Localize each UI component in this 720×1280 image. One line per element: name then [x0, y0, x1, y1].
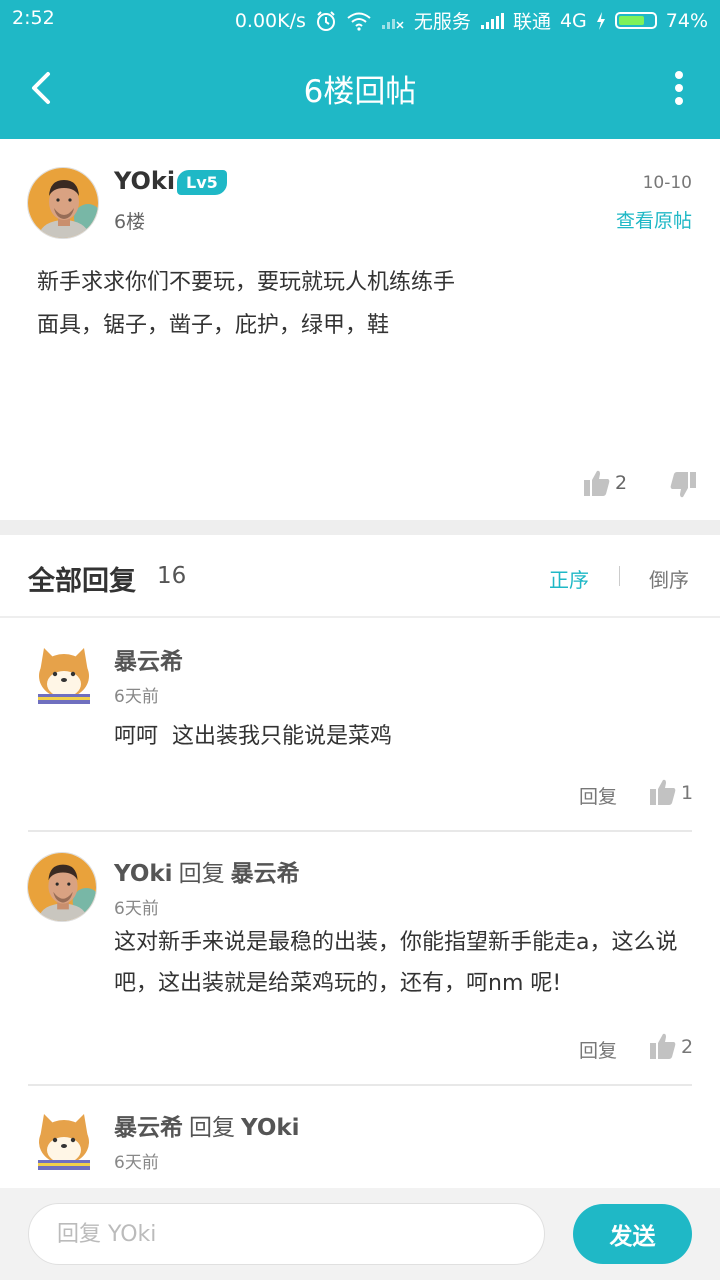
send-button[interactable]: 发送 [573, 1204, 692, 1264]
reply-time: 6天前 [114, 899, 159, 919]
reply-target[interactable]: YOki [241, 1115, 300, 1141]
replies-title: 全部回复 [28, 566, 136, 597]
reply-target[interactable]: 暴云希 [231, 861, 300, 887]
post-card: YOki Lv5 6楼 10-10 查看原帖 新手求求你们不要玩，要玩就玩人机练… [0, 139, 720, 520]
reply-verb: 回复 [189, 1115, 235, 1141]
more-vert-icon[interactable] [674, 70, 684, 106]
carrier-label: 联通 [512, 11, 551, 33]
post-author[interactable]: YOki [114, 167, 175, 195]
thumbs-down-icon[interactable] [669, 471, 697, 499]
sort-ascending-tab[interactable]: 正序 [549, 564, 589, 593]
sim1-label: 无服务 [413, 11, 471, 33]
reply-header: YOki 回复 暴云希 [114, 854, 300, 888]
signal-none-icon [381, 18, 404, 29]
section-divider [0, 520, 720, 535]
reply-button[interactable]: 回复 [579, 782, 617, 809]
reply-like-count: 2 [681, 1036, 694, 1058]
sort-descending-tab[interactable]: 倒序 [649, 564, 689, 593]
battery-percent: 74% [665, 9, 708, 32]
net-speed: 0.00K/s [234, 9, 306, 32]
status-right: 0.00K/s 无服务 联通 4G 74% [235, 7, 708, 34]
avatar[interactable] [27, 852, 97, 922]
view-original-link[interactable]: 查看原帖 [616, 206, 692, 233]
man-avatar-icon [28, 168, 98, 238]
shiba-avatar-icon[interactable] [30, 642, 98, 710]
reply-user[interactable]: YOki [114, 861, 173, 887]
post-floor: 6楼 [114, 211, 146, 233]
replies-count: 16 [157, 563, 187, 589]
reply-input[interactable] [28, 1203, 545, 1265]
charging-icon [596, 11, 605, 30]
reply-user[interactable]: 暴云希 [114, 649, 183, 675]
reply-user[interactable]: 暴云希 [114, 1115, 183, 1141]
post-date: 10-10 [642, 173, 692, 193]
thumbs-up-icon[interactable] [648, 1032, 678, 1060]
reply-time: 6天前 [114, 687, 159, 707]
reply-item: 暴云希 回复 YOki 6天前 [0, 1086, 720, 1188]
signal-icon [480, 12, 504, 29]
replies-header: 全部回复 16 正序 倒序 [0, 535, 720, 618]
reply-verb: 回复 [178, 861, 225, 887]
level-badge: Lv5 [177, 170, 227, 195]
reply-composer: 发送 [0, 1188, 720, 1280]
avatar[interactable] [27, 167, 99, 239]
battery-icon [614, 12, 657, 29]
post-content: 新手求求你们不要玩，要玩就玩人机练练手 面具，锯子，凿子，庇护，绿甲，鞋 [37, 270, 456, 338]
shiba-avatar-icon[interactable] [30, 1108, 98, 1176]
reply-header: 暴云希 [114, 642, 183, 676]
reply-header: 暴云希 回复 YOki [114, 1108, 300, 1142]
status-bar: 2:52 0.00K/s 无服务 联通 4G 74% [0, 0, 720, 38]
reply-item: YOki 回复 暴云希 6天前 这对新手来说是最稳的出装，你能指望新手能走a，这么说… [0, 832, 720, 1084]
app-bar: 6楼回帖 [0, 38, 720, 139]
thumbs-up-icon[interactable] [583, 469, 611, 497]
reply-text: 这对新手来说是最稳的出装，你能指望新手能走a，这么说吧，这出装就是给菜鸡玩的，还… [114, 930, 678, 996]
page-title: 6楼回帖 [303, 74, 417, 110]
reply-like-count: 1 [681, 782, 694, 804]
status-time: 2:52 [12, 7, 55, 29]
alarm-icon [316, 10, 335, 31]
sort-separator [619, 566, 620, 586]
reply-time: 6天前 [114, 1153, 159, 1173]
man-avatar-icon [28, 853, 96, 921]
thumbs-up-icon[interactable] [648, 778, 678, 806]
reply-button[interactable]: 回复 [579, 1036, 617, 1063]
reply-item: 暴云希 6天前 呵呵 这出装我只能说是菜鸡 回复 1 [0, 620, 720, 830]
wifi-icon [347, 12, 371, 31]
post-like-count: 2 [615, 472, 628, 494]
network-label: 4G [559, 9, 587, 32]
reply-text: 呵呵 这出装我只能说是菜鸡 [114, 724, 392, 749]
